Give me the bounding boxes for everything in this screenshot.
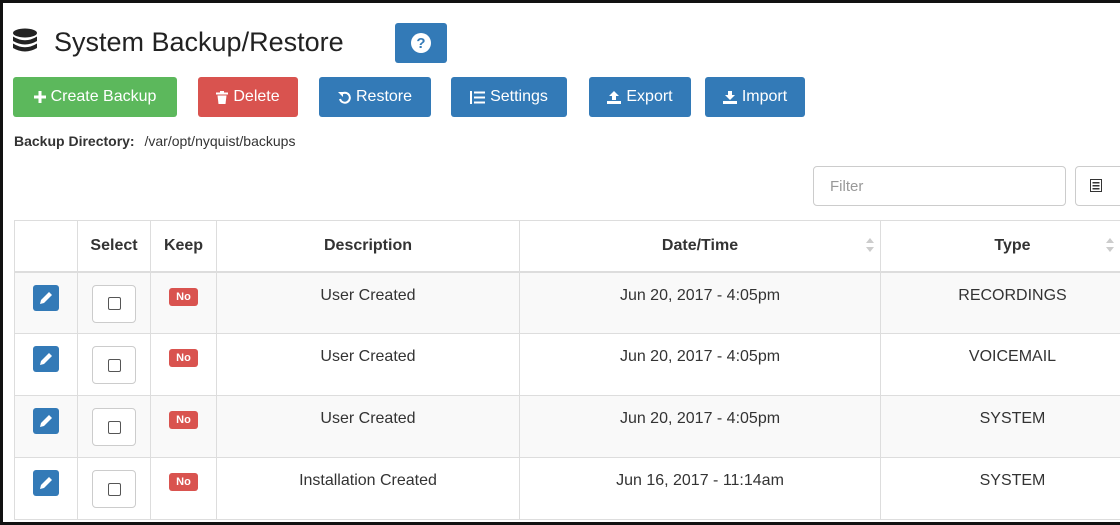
select-checkbox[interactable] <box>92 284 136 323</box>
restore-button[interactable]: Restore <box>319 77 431 117</box>
pencil-icon <box>40 291 52 304</box>
select-checkbox[interactable] <box>92 470 136 508</box>
backup-directory-label: Backup Directory: <box>14 133 135 149</box>
edit-cell <box>14 333 78 396</box>
pencil-icon <box>40 415 52 427</box>
upload-icon <box>607 90 622 104</box>
description-cell: User Created <box>216 333 520 396</box>
restore-label: Restore <box>355 88 413 105</box>
datetime-cell: Jun 20, 2017 - 4:05pm <box>519 333 881 396</box>
sort-icon <box>1106 238 1114 252</box>
create-backup-button[interactable]: Create Backup <box>13 77 177 117</box>
list-icon <box>470 90 486 104</box>
edit-button[interactable] <box>33 408 59 434</box>
type-cell: VOICEMAIL <box>880 333 1120 396</box>
keep-badge[interactable]: No <box>169 411 198 429</box>
delete-label: Delete <box>233 88 280 105</box>
checkbox-box <box>107 358 121 372</box>
datetime-cell: Jun 20, 2017 - 4:05pm <box>519 271 881 334</box>
columns-list-icon <box>1090 179 1102 192</box>
import-label: Import <box>741 88 788 105</box>
datetime-cell: Jun 20, 2017 - 4:05pm <box>519 395 881 458</box>
select-checkbox[interactable] <box>92 408 136 446</box>
checkbox-box <box>107 420 121 434</box>
keep-badge[interactable]: No <box>169 473 198 491</box>
datetime-cell: Jun 16, 2017 - 11:14am <box>519 457 881 520</box>
export-button[interactable]: Export <box>589 77 691 117</box>
settings-button[interactable]: Settings <box>451 77 567 117</box>
page-header: System Backup/Restore <box>10 22 344 62</box>
description-cell: User Created <box>216 395 520 458</box>
keep-cell: No <box>150 271 217 334</box>
pencil-icon <box>40 353 52 365</box>
select-checkbox[interactable] <box>92 346 136 384</box>
trash-icon <box>216 90 229 104</box>
create-backup-label: Create Backup <box>50 88 157 105</box>
type-header-label: Type <box>994 236 1031 254</box>
type-column-header[interactable]: Type <box>880 220 1120 273</box>
type-cell: SYSTEM <box>880 457 1120 520</box>
select-column-header: Select <box>77 220 151 273</box>
description-cell: Installation Created <box>216 457 520 520</box>
keep-badge[interactable]: No <box>169 287 198 306</box>
keep-badge[interactable]: No <box>169 349 198 367</box>
select-cell <box>77 395 151 458</box>
datetime-column-header[interactable]: Date/Time <box>519 220 881 273</box>
plus-icon <box>33 91 46 103</box>
select-cell <box>77 271 151 334</box>
type-cell: SYSTEM <box>880 395 1120 458</box>
filter-input[interactable]: Filter <box>813 166 1066 206</box>
edit-cell <box>14 457 78 520</box>
description-column-header: Description <box>216 220 520 273</box>
database-icon <box>13 28 37 52</box>
select-cell <box>77 457 151 520</box>
sort-icon <box>866 238 874 252</box>
backup-directory: Backup Directory: /var/opt/nyquist/backu… <box>14 133 295 149</box>
export-label: Export <box>626 88 673 105</box>
edit-button[interactable] <box>33 284 59 311</box>
select-cell <box>77 333 151 396</box>
keep-column-header: Keep <box>150 220 217 273</box>
import-button[interactable]: Import <box>705 77 805 117</box>
keep-cell: No <box>150 333 217 396</box>
backup-directory-value: /var/opt/nyquist/backups <box>144 133 296 149</box>
help-button[interactable]: ? <box>395 23 447 63</box>
download-icon <box>722 90 737 104</box>
table-header-row: Select Keep Description Date/Time Type <box>14 220 1120 273</box>
page-title: System Backup/Restore <box>54 26 344 57</box>
delete-button[interactable]: Delete <box>198 77 298 117</box>
columns-toggle-button[interactable] <box>1075 166 1120 206</box>
type-cell: RECORDINGS <box>880 271 1120 334</box>
table-row: No User Created Jun 20, 2017 - 4:05pm SY… <box>14 395 1120 458</box>
edit-button[interactable] <box>33 346 59 372</box>
edit-column-header <box>14 220 78 273</box>
pencil-icon <box>40 477 52 489</box>
edit-cell <box>14 395 78 458</box>
edit-cell <box>14 271 78 334</box>
filter-placeholder: Filter <box>830 177 864 195</box>
checkbox-box <box>107 297 121 310</box>
table-row: No User Created Jun 20, 2017 - 4:05pm RE… <box>14 271 1120 334</box>
checkbox-box <box>107 482 121 496</box>
edit-button[interactable] <box>33 470 59 496</box>
datetime-header-label: Date/Time <box>661 236 739 254</box>
table-row: No User Created Jun 20, 2017 - 4:05pm VO… <box>14 333 1120 396</box>
question-circle-icon: ? <box>411 33 431 53</box>
keep-cell: No <box>150 457 217 520</box>
keep-cell: No <box>150 395 217 458</box>
backups-table: Select Keep Description Date/Time Type N… <box>14 220 1120 520</box>
table-row: No Installation Created Jun 16, 2017 - 1… <box>14 457 1120 520</box>
description-cell: User Created <box>216 271 520 334</box>
settings-label: Settings <box>490 88 548 105</box>
undo-icon <box>337 91 351 104</box>
